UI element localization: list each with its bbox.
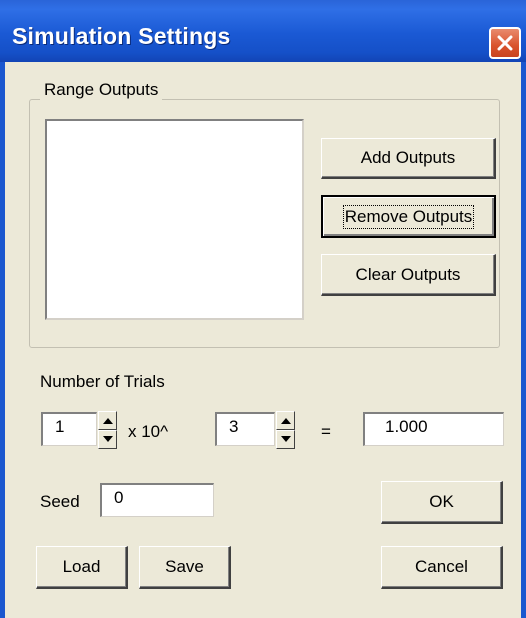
- cancel-label: Cancel: [415, 557, 468, 576]
- add-outputs-button[interactable]: Add Outputs: [321, 138, 496, 179]
- remove-outputs-label: Remove Outputs: [342, 204, 475, 229]
- clear-outputs-button[interactable]: Clear Outputs: [321, 254, 496, 296]
- total-trials-field[interactable]: 1.000: [363, 412, 504, 446]
- ok-button[interactable]: OK: [381, 481, 503, 524]
- load-label: Load: [62, 557, 101, 576]
- window-border-right: [521, 62, 526, 618]
- trials-mantissa-spinner[interactable]: [98, 411, 117, 449]
- cancel-button[interactable]: Cancel: [381, 546, 503, 589]
- arrow-down-icon: [103, 436, 113, 442]
- exponent-spin-up-button[interactable]: [276, 411, 295, 430]
- trials-exponent-field[interactable]: 3: [215, 412, 275, 446]
- title-bar[interactable]: Simulation Settings: [0, 0, 526, 62]
- add-outputs-label: Add Outputs: [360, 148, 456, 167]
- remove-outputs-button[interactable]: Remove Outputs: [321, 195, 496, 238]
- simulation-settings-dialog: Simulation Settings Range Outputs Add Ou…: [0, 0, 526, 618]
- range-outputs-legend: Range Outputs: [40, 80, 163, 100]
- close-button[interactable]: [489, 27, 521, 59]
- seed-label: Seed: [40, 492, 80, 511]
- number-of-trials-label: Number of Trials: [40, 372, 165, 391]
- load-button[interactable]: Load: [36, 546, 128, 589]
- multiplier-label: x 10^: [128, 422, 169, 441]
- seed-field[interactable]: 0: [100, 483, 214, 517]
- clear-outputs-label: Clear Outputs: [355, 264, 461, 284]
- save-label: Save: [165, 557, 204, 576]
- equals-sign: =: [321, 422, 331, 441]
- mantissa-spin-down-button[interactable]: [98, 430, 117, 449]
- ok-label: OK: [429, 492, 454, 511]
- window-border-left: [0, 62, 5, 618]
- close-x-icon: [497, 35, 513, 51]
- arrow-down-icon: [281, 436, 291, 442]
- window-title: Simulation Settings: [12, 23, 231, 49]
- outputs-listbox[interactable]: [45, 119, 304, 320]
- mantissa-spin-up-button[interactable]: [98, 411, 117, 430]
- trials-mantissa-field[interactable]: 1: [41, 412, 97, 446]
- save-button[interactable]: Save: [139, 546, 231, 589]
- arrow-up-icon: [281, 418, 291, 424]
- trials-exponent-spinner[interactable]: [276, 411, 295, 449]
- arrow-up-icon: [103, 418, 113, 424]
- exponent-spin-down-button[interactable]: [276, 430, 295, 449]
